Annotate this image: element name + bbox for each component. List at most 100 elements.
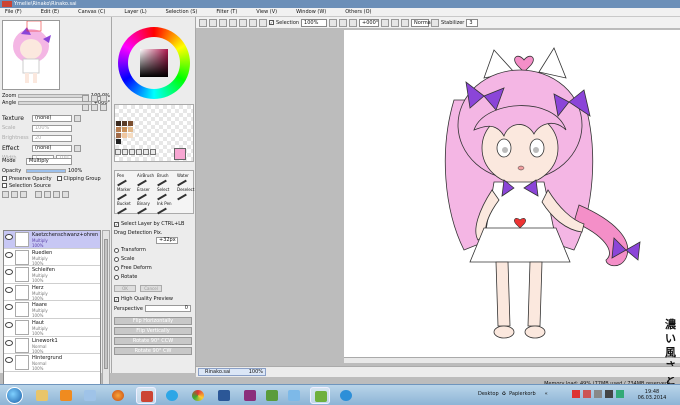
menu-item[interactable]: Filter (T) bbox=[211, 9, 237, 15]
clipping-group-checkbox[interactable] bbox=[56, 176, 62, 181]
taskbar-app-minecraft[interactable] bbox=[262, 387, 282, 404]
select-layer-checkbox[interactable]: ✓ bbox=[114, 221, 119, 227]
taskbar-app-photo[interactable] bbox=[284, 387, 304, 404]
taskbar-app-word[interactable] bbox=[214, 387, 234, 404]
tool-water[interactable]: Water bbox=[177, 173, 189, 187]
menu-item[interactable]: Edit (E) bbox=[36, 9, 59, 15]
clear-layer-button[interactable] bbox=[53, 191, 60, 198]
stabilizer-select[interactable]: 3 bbox=[466, 18, 479, 27]
start-button[interactable] bbox=[6, 387, 23, 404]
taskbar-app-explorer[interactable] bbox=[32, 387, 52, 404]
view-mode-select[interactable]: Normal bbox=[411, 18, 432, 27]
cancel-button[interactable]: Cancel bbox=[140, 285, 162, 292]
menu-item[interactable]: Selection (S) bbox=[161, 9, 198, 15]
visibility-eye-icon[interactable] bbox=[5, 357, 13, 364]
swatch[interactable] bbox=[116, 139, 121, 144]
nav-rotate-right-button[interactable] bbox=[91, 104, 98, 111]
menu-item[interactable]: Layer (L) bbox=[119, 9, 146, 15]
transform-button[interactable] bbox=[249, 18, 257, 27]
color-wheel[interactable] bbox=[118, 27, 190, 99]
taskbar-app-chrome[interactable] bbox=[188, 387, 208, 404]
tool-brush[interactable]: Brush bbox=[157, 173, 169, 187]
layer-scrollbar[interactable] bbox=[102, 230, 110, 385]
tool-ink-pen[interactable]: Ink Pen bbox=[157, 201, 172, 215]
rotate-cw-button[interactable]: Rotate 90° CW bbox=[114, 347, 192, 355]
swatch[interactable] bbox=[128, 133, 133, 138]
taskbar-app-notes[interactable] bbox=[80, 387, 100, 404]
high-quality-checkbox[interactable]: ✓ bbox=[114, 296, 119, 302]
rotate-radio[interactable] bbox=[114, 274, 119, 280]
zoom-slider[interactable] bbox=[18, 93, 89, 98]
texture-select[interactable]: (none) bbox=[32, 114, 72, 122]
speaker-icon[interactable] bbox=[605, 390, 613, 398]
nav-zoom-reset-button[interactable] bbox=[100, 95, 107, 102]
canvas-horizontal-scrollbar[interactable] bbox=[344, 357, 680, 363]
flip-horizontally-button[interactable]: Flip Horizontally bbox=[114, 317, 192, 325]
rotate-reset-button[interactable] bbox=[401, 18, 410, 27]
layer-row[interactable]: Haut Multiply 100% bbox=[4, 319, 100, 337]
select-all-button[interactable] bbox=[199, 18, 207, 27]
scale-radio[interactable] bbox=[114, 256, 119, 262]
menu-item[interactable]: Others (O) bbox=[340, 9, 371, 15]
rotate-left-button[interactable] bbox=[381, 18, 390, 27]
menu-item[interactable]: File (F) bbox=[0, 9, 22, 15]
layer-row[interactable]: Schleifen Multiply 100% bbox=[4, 266, 100, 284]
menu-item[interactable]: Window (W) bbox=[291, 9, 326, 15]
tool-bucket[interactable]: Bucket bbox=[117, 201, 131, 215]
deselect-button[interactable] bbox=[209, 18, 217, 27]
rotate-right-button[interactable] bbox=[391, 18, 400, 27]
layer-scroll-thumb[interactable] bbox=[104, 239, 108, 369]
transfer-down-button[interactable] bbox=[35, 191, 42, 198]
taskbar-app-winrar[interactable] bbox=[240, 387, 260, 404]
swatch[interactable] bbox=[122, 127, 127, 132]
texture-scale-field[interactable]: 100% bbox=[32, 124, 72, 132]
select-rect-icon[interactable] bbox=[115, 149, 121, 155]
perspective-field[interactable]: 0 bbox=[144, 305, 191, 312]
network-icon[interactable] bbox=[594, 390, 602, 398]
nav-rotate-reset-button[interactable] bbox=[100, 104, 107, 111]
visibility-eye-icon[interactable] bbox=[5, 304, 13, 311]
invert-selection-button[interactable] bbox=[219, 18, 227, 27]
canvas[interactable] bbox=[344, 30, 680, 360]
scale-button[interactable] bbox=[259, 18, 267, 27]
flip-view-button[interactable] bbox=[431, 18, 440, 27]
visibility-eye-icon[interactable] bbox=[5, 321, 13, 328]
ok-button[interactable]: OK bbox=[114, 285, 136, 292]
rotate-ccw-button[interactable]: Rotate 90° CCW bbox=[114, 337, 192, 345]
move-icon[interactable] bbox=[136, 149, 142, 155]
effect-dropdown-button[interactable] bbox=[74, 144, 81, 152]
rotation-field[interactable]: +000° bbox=[359, 18, 380, 27]
swatch[interactable] bbox=[122, 133, 127, 138]
effect-select[interactable]: (none) bbox=[32, 144, 72, 152]
opacity-slider[interactable] bbox=[26, 168, 66, 173]
tool-deselect[interactable]: Deselect bbox=[177, 187, 194, 201]
tool-eraser[interactable]: Eraser bbox=[137, 187, 150, 201]
lasso-icon[interactable] bbox=[122, 149, 128, 155]
selection-source-checkbox[interactable] bbox=[2, 183, 7, 188]
tool-pen[interactable]: Pen bbox=[117, 173, 127, 187]
visibility-eye-icon[interactable] bbox=[5, 339, 13, 346]
layer-row[interactable]: Kaetzchenschwanz+ohren Multiply 100% bbox=[4, 231, 100, 249]
layer-row[interactable]: Haare Multiply 100% bbox=[4, 301, 100, 319]
tool-binary[interactable]: Binary bbox=[137, 201, 150, 215]
magic-wand-icon[interactable] bbox=[129, 149, 135, 155]
flip-vertically-button[interactable]: Flip Vertically bbox=[114, 327, 192, 335]
clear-button[interactable] bbox=[239, 18, 247, 27]
tray-expand-icon[interactable]: « bbox=[545, 391, 548, 397]
tool-select[interactable]: Select bbox=[157, 187, 169, 201]
taskbar-app-sai[interactable] bbox=[136, 387, 156, 404]
clock[interactable]: 19:48 06.03.2014 bbox=[632, 389, 672, 401]
tool-marker[interactable]: Marker bbox=[117, 187, 131, 201]
foreground-color[interactable] bbox=[174, 148, 186, 160]
taskbar-app-ie[interactable] bbox=[336, 387, 356, 404]
saturation-value-square[interactable] bbox=[140, 49, 168, 77]
document-tab[interactable]: Rinako.sai 100% bbox=[198, 368, 266, 376]
layer-row[interactable]: Ruedien Multiply 100% bbox=[4, 249, 100, 267]
taskbar-app-firefox[interactable] bbox=[108, 387, 128, 404]
texture-brightness-field[interactable]: 20 bbox=[32, 134, 72, 142]
hand-icon[interactable] bbox=[143, 149, 149, 155]
swatch[interactable] bbox=[122, 121, 127, 126]
nav-zoom-in-button[interactable] bbox=[91, 95, 98, 102]
layer-row[interactable]: Herz Multiply 100% bbox=[4, 284, 100, 302]
swatch[interactable] bbox=[116, 133, 121, 138]
